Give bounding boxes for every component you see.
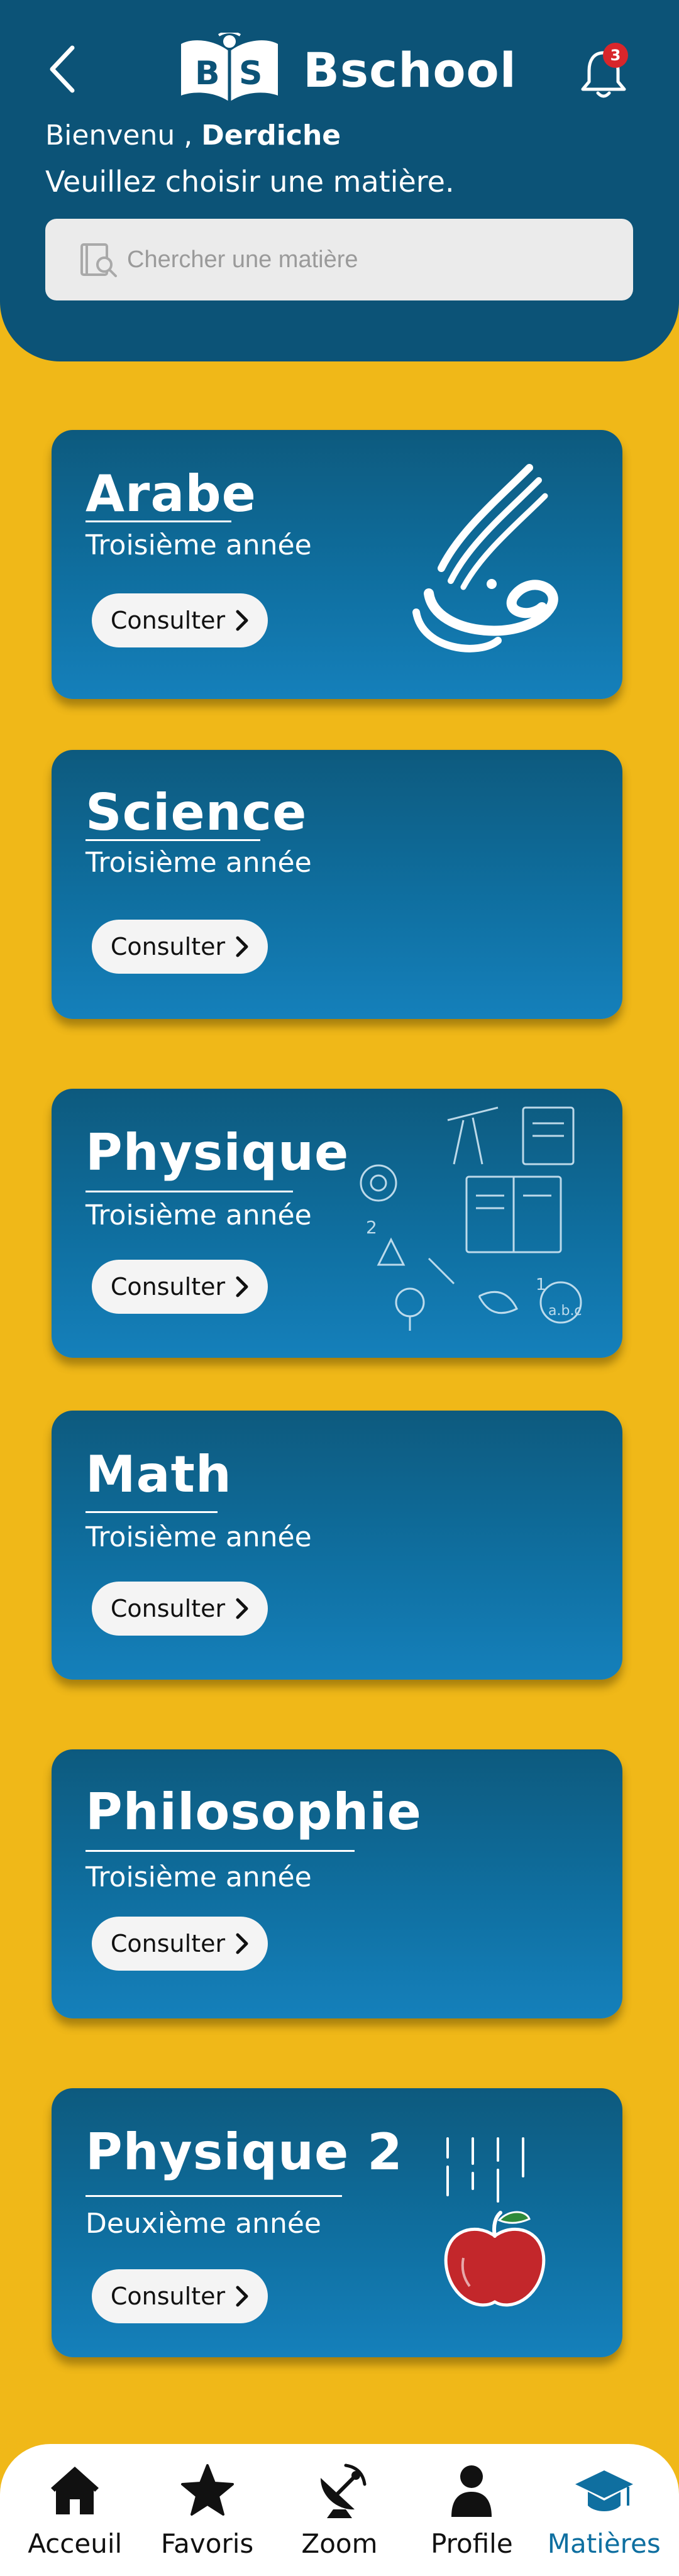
back-button[interactable] xyxy=(43,43,82,96)
nav-item-matieres[interactable]: Matières xyxy=(541,2459,667,2559)
subject-card-math[interactable]: Math Troisième année Consulter xyxy=(52,1411,622,1680)
falling-apple-icon xyxy=(444,2137,546,2307)
user-name: Derdiche xyxy=(201,119,341,151)
search-bar[interactable] xyxy=(45,219,633,300)
svg-text:2: 2 xyxy=(366,1217,377,1238)
instruction-text: Veuillez choisir une matière. xyxy=(45,165,455,199)
chevron-right-icon xyxy=(236,1598,248,1619)
chevron-right-icon xyxy=(236,1933,248,1954)
nav-item-acceuil[interactable]: Acceuil xyxy=(12,2459,138,2559)
consult-button[interactable]: Consulter xyxy=(92,920,268,974)
subject-title: Science xyxy=(86,783,307,842)
consult-button-label: Consulter xyxy=(110,2282,226,2310)
satellite-icon xyxy=(320,2463,367,2518)
subject-title: Arabe xyxy=(86,465,257,523)
graduation-cap-icon xyxy=(575,2470,633,2511)
welcome-text: Bienvenu , Derdiche xyxy=(45,119,341,151)
chevron-left-icon xyxy=(50,45,75,93)
chevron-right-icon xyxy=(236,2286,248,2307)
nav-label: Profile xyxy=(431,2528,513,2559)
svg-text:a.b.c: a.b.c xyxy=(548,1303,582,1319)
subject-title: Physique 2 xyxy=(86,2123,403,2181)
nav-label: Zoom xyxy=(301,2528,378,2559)
chevron-right-icon xyxy=(236,1276,248,1297)
title-underline xyxy=(86,1850,355,1852)
consult-button-label: Consulter xyxy=(110,933,226,960)
logo-letter-b: B xyxy=(195,55,220,92)
subject-title: Philosophie xyxy=(86,1783,422,1841)
nav-item-profile[interactable]: Profile xyxy=(409,2459,534,2559)
consult-button[interactable]: Consulter xyxy=(92,1917,268,1971)
subject-card-arabe[interactable]: Arabe Troisième année Consulter xyxy=(52,430,622,699)
search-input[interactable] xyxy=(127,246,605,273)
search-book-icon xyxy=(80,243,117,277)
person-icon xyxy=(451,2465,492,2517)
consult-button-label: Consulter xyxy=(110,607,226,634)
logo-letter-s: S xyxy=(239,55,262,92)
subject-year: Troisième année xyxy=(86,529,312,561)
consult-button-label: Consulter xyxy=(110,1930,226,1957)
arabic-calligraphy-icon xyxy=(412,464,558,652)
subject-year: Troisième année xyxy=(86,1861,312,1893)
consult-button[interactable]: Consulter xyxy=(92,1582,268,1636)
subject-title: Math xyxy=(86,1445,232,1504)
science-doodles-icon: 2 a.b.c 1 xyxy=(360,1106,582,1331)
consult-button-label: Consulter xyxy=(110,1595,226,1622)
nav-label: Favoris xyxy=(160,2528,254,2559)
title-underline xyxy=(86,1191,293,1192)
title-underline xyxy=(86,1511,218,1513)
subject-title: Physique xyxy=(86,1123,350,1182)
subject-card-philosophie[interactable]: Philosophie Troisième année Consulter xyxy=(52,1749,622,2018)
title-underline xyxy=(86,839,260,841)
welcome-prefix: Bienvenu , xyxy=(45,119,193,151)
notification-badge: 3 xyxy=(603,43,628,68)
title-underline xyxy=(86,2195,342,2197)
app-logo: B S Bschool xyxy=(176,33,517,107)
svg-text:1: 1 xyxy=(536,1275,546,1294)
consult-button[interactable]: Consulter xyxy=(92,2269,268,2323)
subject-card-physique[interactable]: 2 a.b.c 1 Physique Troisième année Consu… xyxy=(52,1089,622,1358)
subject-year: Deuxième année xyxy=(86,2208,321,2240)
chevron-right-icon xyxy=(236,610,248,631)
consult-button[interactable]: Consulter xyxy=(92,593,268,647)
app-title: Bschool xyxy=(303,41,517,98)
subject-year: Troisième année xyxy=(86,1199,312,1231)
book-logo-icon: B S xyxy=(181,33,278,103)
nav-label: Acceuil xyxy=(28,2528,123,2559)
consult-button-label: Consulter xyxy=(110,1273,226,1301)
home-icon xyxy=(51,2467,99,2514)
chevron-right-icon xyxy=(236,936,248,957)
header: B S Bschool 3 Bienvenu , Derdiche Veuill… xyxy=(0,0,679,361)
nav-item-zoom[interactable]: Zoom xyxy=(277,2459,402,2559)
subject-year: Troisième année xyxy=(86,1521,312,1553)
nav-item-favoris[interactable]: Favoris xyxy=(145,2459,270,2559)
consult-button[interactable]: Consulter xyxy=(92,1260,268,1314)
notifications-button[interactable]: 3 xyxy=(575,43,632,102)
subject-card-physique-2[interactable]: Physique 2 Deuxième année Consulter xyxy=(52,2088,622,2357)
bottom-navigation: Acceuil Favoris Zoom Profile Matières xyxy=(0,2444,679,2576)
nav-label: Matières xyxy=(547,2528,661,2559)
subject-card-science[interactable]: Science Troisième année Consulter xyxy=(52,750,622,1019)
star-icon xyxy=(180,2464,234,2516)
subject-year: Troisième année xyxy=(86,847,312,879)
title-underline xyxy=(86,520,231,522)
